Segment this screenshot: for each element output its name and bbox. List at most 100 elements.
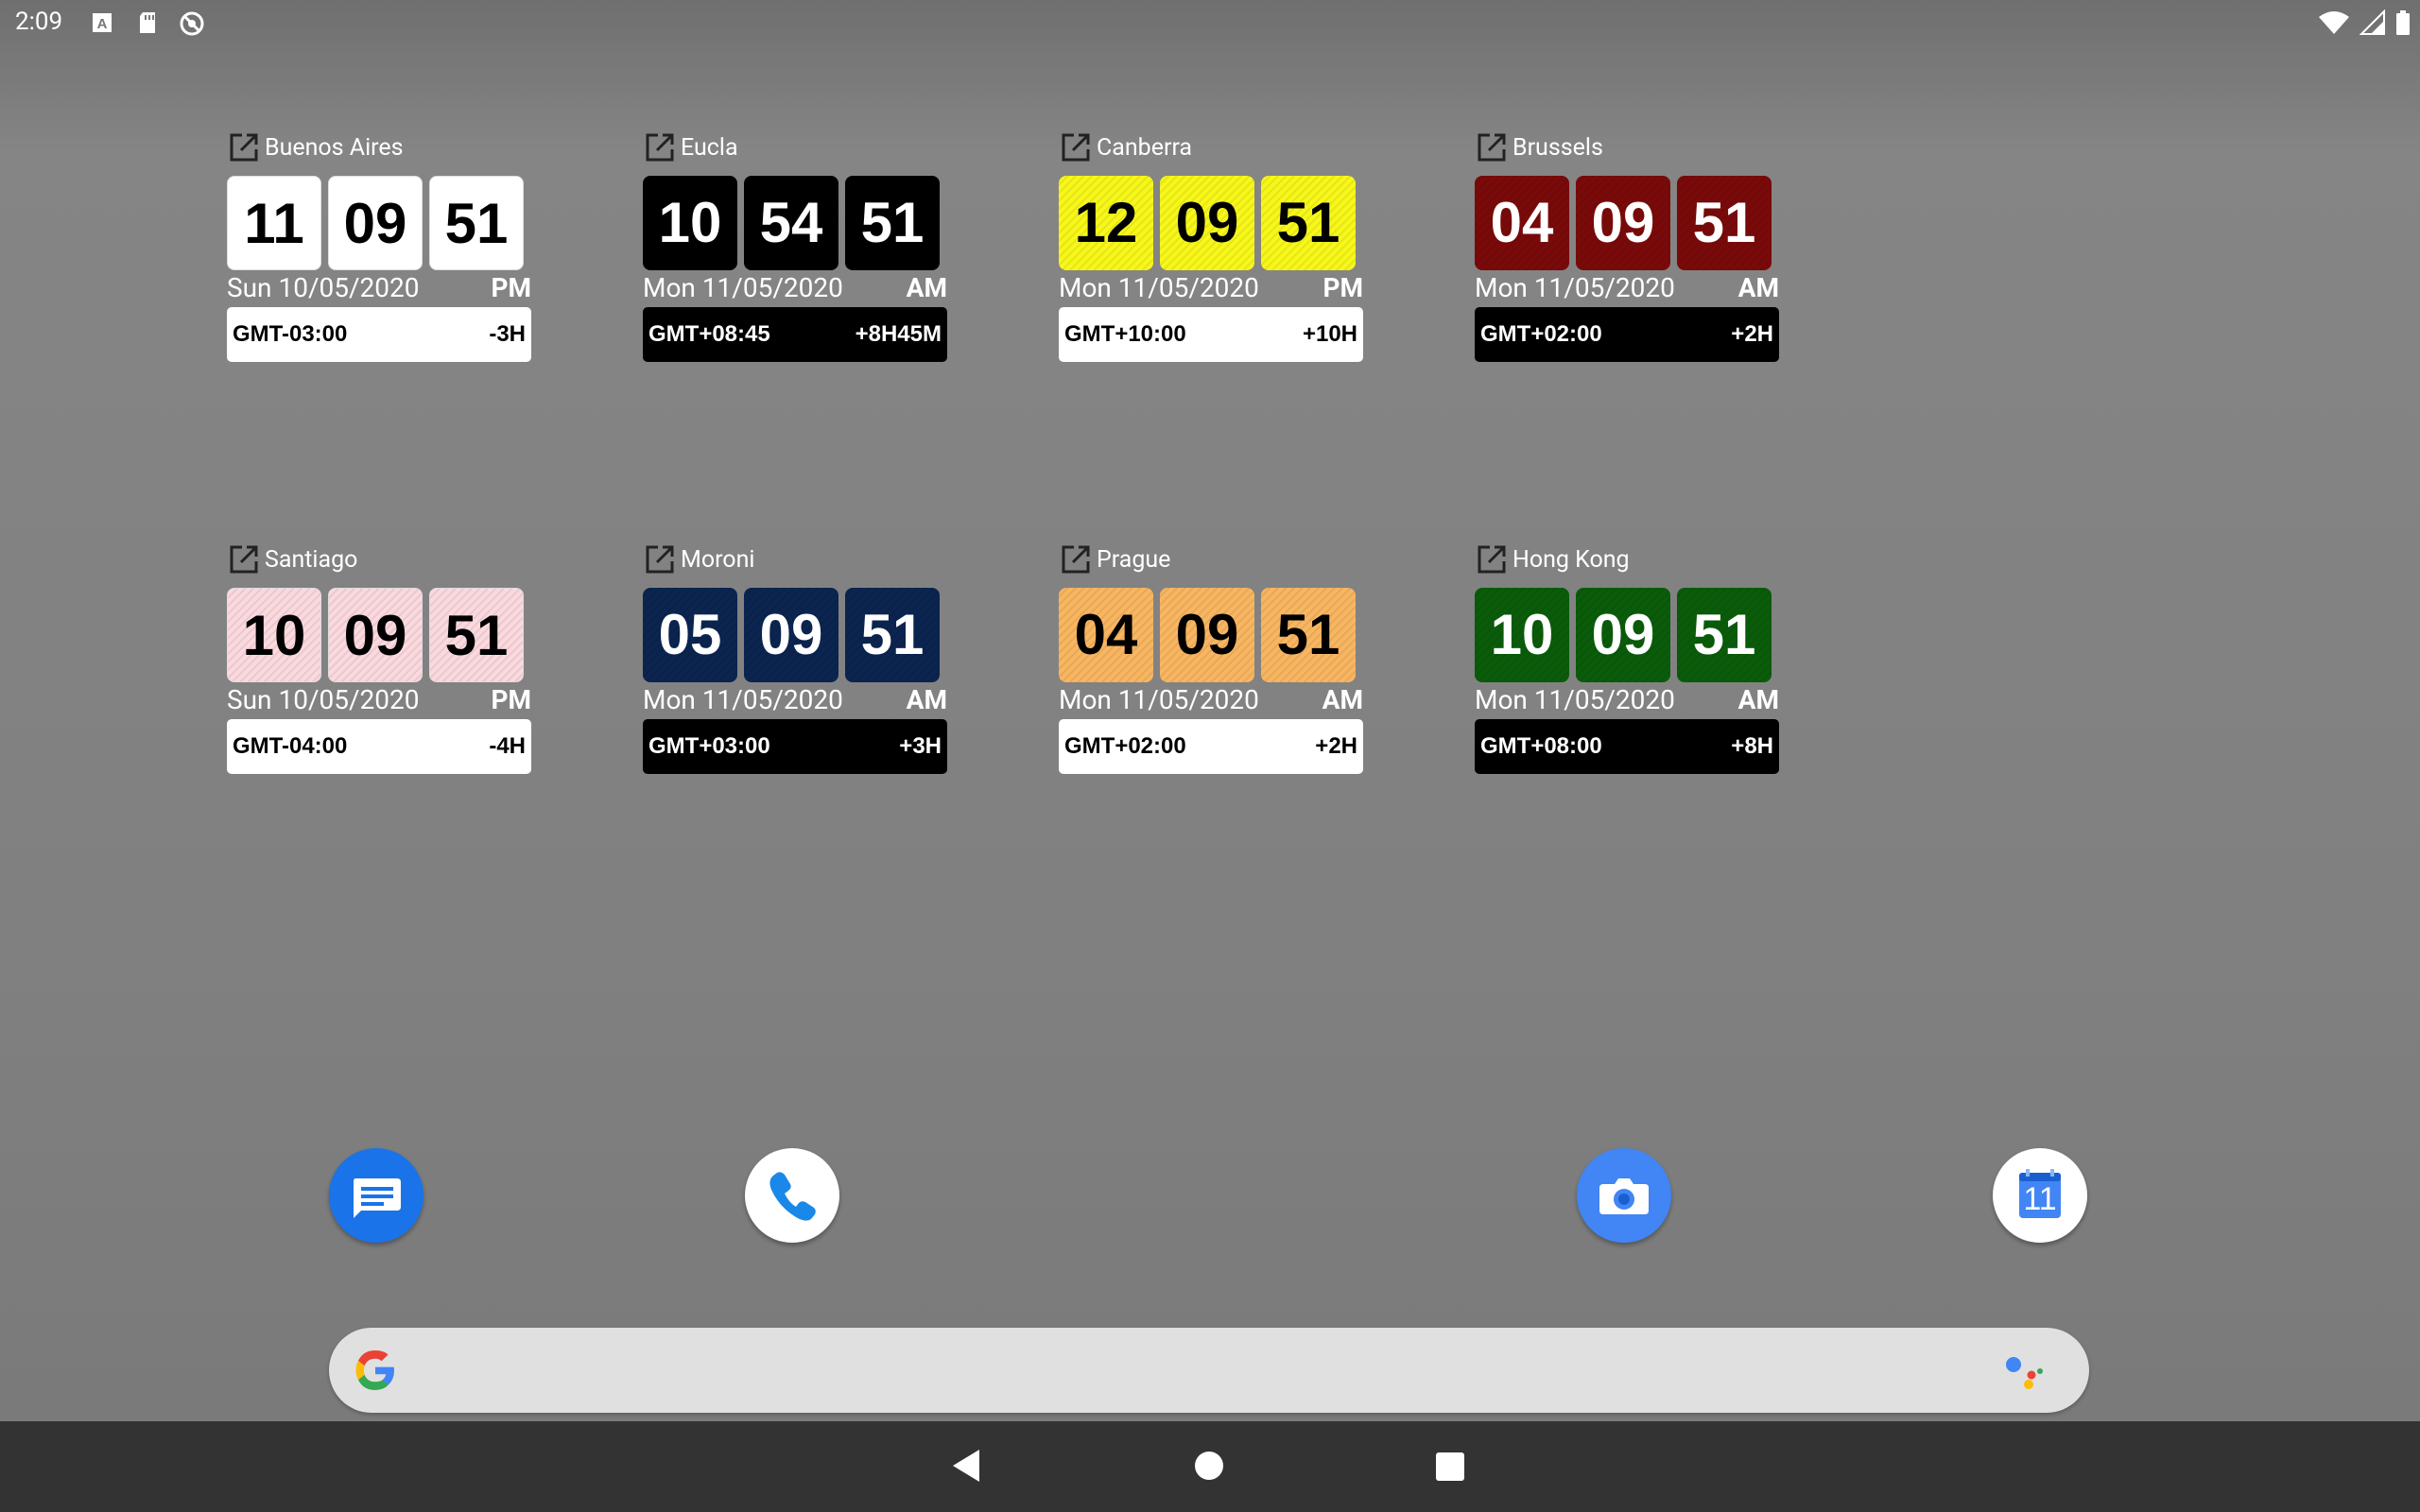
second-digit: 51 xyxy=(845,176,940,270)
hour-difference: +8H45M xyxy=(855,321,942,347)
second-digit: 51 xyxy=(845,588,940,682)
clock-widget[interactable]: Moroni 05 09 51 Mon 11/05/2020 AM GMT+03… xyxy=(643,542,947,774)
open-external-icon[interactable] xyxy=(1059,542,1093,576)
open-external-icon[interactable] xyxy=(643,542,677,576)
sd-card-icon xyxy=(140,12,155,33)
open-external-icon[interactable] xyxy=(1475,130,1509,164)
gmt-offset-bar: GMT-04:00 -4H xyxy=(227,719,531,774)
recents-icon[interactable] xyxy=(1435,1452,1465,1482)
open-external-icon[interactable] xyxy=(643,130,677,164)
hour-digit: 10 xyxy=(1475,588,1569,682)
clock-widget[interactable]: Eucla 10 54 51 Mon 11/05/2020 AM GMT+08:… xyxy=(643,130,947,362)
minute-digit: 54 xyxy=(744,176,838,270)
gmt-offset-bar: GMT+03:00 +3H xyxy=(643,719,947,774)
gmt-offset: GMT+02:00 xyxy=(1480,321,1602,347)
phone-icon[interactable] xyxy=(745,1148,839,1243)
open-external-icon[interactable] xyxy=(227,542,261,576)
google-g-icon xyxy=(355,1350,394,1390)
home-icon[interactable] xyxy=(1193,1450,1225,1482)
time-digits: 12 09 51 xyxy=(1059,176,1363,270)
time-digits: 11 09 51 xyxy=(227,176,531,270)
date-line: Mon 11/05/2020 AM xyxy=(1475,272,1779,304)
widget-title[interactable]: Moroni xyxy=(643,542,754,576)
hour-digit: 04 xyxy=(1475,176,1569,270)
gmt-offset: GMT+02:00 xyxy=(1064,733,1186,759)
date-text: Mon 11/05/2020 xyxy=(1059,272,1259,303)
messages-icon[interactable] xyxy=(329,1148,424,1243)
status-time: 2:09 xyxy=(15,8,63,36)
widget-title[interactable]: Hong Kong xyxy=(1475,542,1630,576)
clock-widget[interactable]: Buenos Aires 11 09 51 Sun 10/05/2020 PM … xyxy=(227,130,531,362)
second-digit: 51 xyxy=(1261,176,1356,270)
calendar-icon[interactable]: 11 xyxy=(1993,1148,2087,1243)
font-notification-icon: A xyxy=(93,13,112,32)
hour-difference: +2H xyxy=(1315,733,1357,759)
hour-digit: 11 xyxy=(227,176,321,270)
date-line: Sun 10/05/2020 PM xyxy=(227,684,531,716)
date-text: Sun 10/05/2020 xyxy=(227,272,420,303)
second-digit: 51 xyxy=(1261,588,1356,682)
gmt-offset-bar: GMT+02:00 +2H xyxy=(1475,307,1779,362)
wifi-icon xyxy=(2319,11,2349,34)
widget-title[interactable]: Canberra xyxy=(1059,130,1192,164)
city-name: Moroni xyxy=(681,545,755,574)
status-bar: 2:09 A xyxy=(0,0,2420,47)
hour-difference: +3H xyxy=(899,733,942,759)
widget-title[interactable]: Prague xyxy=(1059,542,1170,576)
clock-widget[interactable]: Brussels 04 09 51 Mon 11/05/2020 AM GMT+… xyxy=(1475,130,1779,362)
minute-digit: 09 xyxy=(328,588,423,682)
widget-title[interactable]: Santiago xyxy=(227,542,357,576)
ampm-text: PM xyxy=(491,684,531,715)
google-assistant-icon[interactable] xyxy=(2000,1349,2048,1396)
widget-title[interactable]: Buenos Aires xyxy=(227,130,404,164)
minute-digit: 09 xyxy=(328,176,423,270)
city-name: Canberra xyxy=(1097,133,1193,162)
date-text: Mon 11/05/2020 xyxy=(1059,684,1259,715)
time-digits: 10 09 51 xyxy=(227,588,531,682)
ampm-text: AM xyxy=(1737,684,1779,715)
hour-difference: +2H xyxy=(1731,321,1773,347)
hour-difference: +10H xyxy=(1302,321,1357,347)
minute-digit: 09 xyxy=(1576,588,1670,682)
time-digits: 05 09 51 xyxy=(643,588,947,682)
open-external-icon[interactable] xyxy=(1059,130,1093,164)
hour-digit: 10 xyxy=(643,176,737,270)
date-text: Sun 10/05/2020 xyxy=(227,684,420,715)
hour-difference: -3H xyxy=(489,321,526,347)
gmt-offset: GMT+10:00 xyxy=(1064,321,1186,347)
camera-icon[interactable] xyxy=(1577,1148,1671,1243)
open-external-icon[interactable] xyxy=(227,130,261,164)
hour-digit: 04 xyxy=(1059,588,1153,682)
city-name: Santiago xyxy=(265,545,358,574)
date-line: Mon 11/05/2020 AM xyxy=(1475,684,1779,716)
date-text: Mon 11/05/2020 xyxy=(1475,684,1675,715)
date-line: Sun 10/05/2020 PM xyxy=(227,272,531,304)
second-digit: 51 xyxy=(1677,588,1772,682)
hour-difference: +8H xyxy=(1731,733,1773,759)
gmt-offset-bar: GMT+08:00 +8H xyxy=(1475,719,1779,774)
city-name: Eucla xyxy=(681,133,738,162)
second-digit: 51 xyxy=(429,588,524,682)
date-line: Mon 11/05/2020 PM xyxy=(1059,272,1363,304)
time-digits: 10 09 51 xyxy=(1475,588,1779,682)
clock-widget[interactable]: Hong Kong 10 09 51 Mon 11/05/2020 AM GMT… xyxy=(1475,542,1779,774)
clock-widget[interactable]: Canberra 12 09 51 Mon 11/05/2020 PM GMT+… xyxy=(1059,130,1363,362)
date-line: Mon 11/05/2020 AM xyxy=(643,272,947,304)
time-digits: 10 54 51 xyxy=(643,176,947,270)
hour-digit: 12 xyxy=(1059,176,1153,270)
open-external-icon[interactable] xyxy=(1475,542,1509,576)
cell-signal-icon xyxy=(2360,9,2385,35)
gmt-offset-bar: GMT+08:45 +8H45M xyxy=(643,307,947,362)
clock-widget[interactable]: Santiago 10 09 51 Sun 10/05/2020 PM GMT-… xyxy=(227,542,531,774)
ampm-text: AM xyxy=(906,272,947,303)
hour-digit: 10 xyxy=(227,588,321,682)
back-icon[interactable] xyxy=(951,1448,983,1484)
gmt-offset-bar: GMT+10:00 +10H xyxy=(1059,307,1363,362)
minute-digit: 09 xyxy=(1160,588,1254,682)
battery-icon xyxy=(2396,10,2410,35)
google-search-bar[interactable] xyxy=(329,1328,2089,1413)
widget-title[interactable]: Brussels xyxy=(1475,130,1603,164)
widget-title[interactable]: Eucla xyxy=(643,130,738,164)
date-text: Mon 11/05/2020 xyxy=(643,272,843,303)
clock-widget[interactable]: Prague 04 09 51 Mon 11/05/2020 AM GMT+02… xyxy=(1059,542,1363,774)
